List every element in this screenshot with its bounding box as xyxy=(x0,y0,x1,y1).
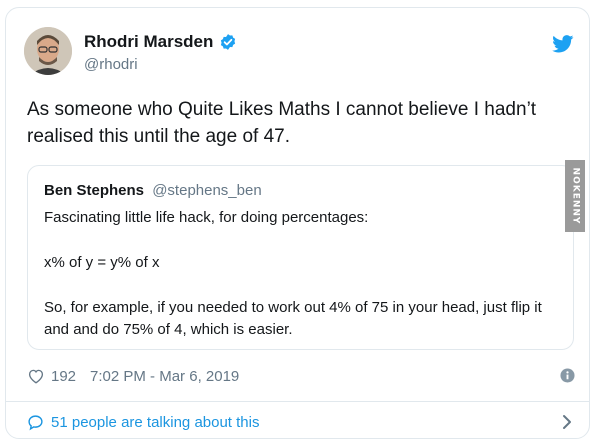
quoted-tweet[interactable]: Ben Stephens @stephens_ben Fascinating l… xyxy=(27,165,574,350)
avatar-photo-icon xyxy=(24,27,72,75)
heart-icon[interactable] xyxy=(27,367,45,385)
like-count[interactable]: 192 xyxy=(51,368,76,385)
avatar[interactable] xyxy=(24,27,72,75)
tweet-text: As someone who Quite Likes Maths I canno… xyxy=(27,99,537,147)
quoted-text-formula: x% of y = y% of x xyxy=(44,254,160,271)
chevron-right-icon[interactable] xyxy=(561,414,573,430)
info-icon[interactable] xyxy=(560,368,575,383)
twitter-bird-icon[interactable] xyxy=(552,35,574,53)
comment-bubble-icon xyxy=(28,414,43,430)
author-handle[interactable]: @rhodri xyxy=(84,56,138,73)
watermark-text: NOKENNY xyxy=(570,167,581,225)
divider xyxy=(6,401,589,402)
tweet-header: Rhodri Marsden @rhodri xyxy=(24,27,574,75)
author-name[interactable]: Rhodri Marsden xyxy=(84,32,213,52)
tweet-card: Rhodri Marsden @rhodri As someone who Qu… xyxy=(5,7,590,439)
quoted-author-name[interactable]: Ben Stephens xyxy=(44,182,144,199)
watermark: NOKENNY xyxy=(565,160,585,232)
tweet-timestamp[interactable]: 7:02 PM - Mar 6, 2019 xyxy=(90,368,239,385)
quoted-text-example: So, for example, if you needed to work o… xyxy=(44,299,542,338)
verified-badge-icon xyxy=(221,34,236,50)
quoted-text-line: Fascinating little life hack, for doing … xyxy=(44,209,369,226)
conversation-link[interactable]: 51 people are talking about this xyxy=(27,411,575,433)
conversation-count-text: 51 people are talking about this xyxy=(51,413,260,431)
tweet-meta: 192 7:02 PM - Mar 6, 2019 xyxy=(27,365,575,387)
quoted-author-handle[interactable]: @stephens_ben xyxy=(152,182,261,199)
quoted-tweet-header: Ben Stephens @stephens_ben xyxy=(44,182,262,199)
